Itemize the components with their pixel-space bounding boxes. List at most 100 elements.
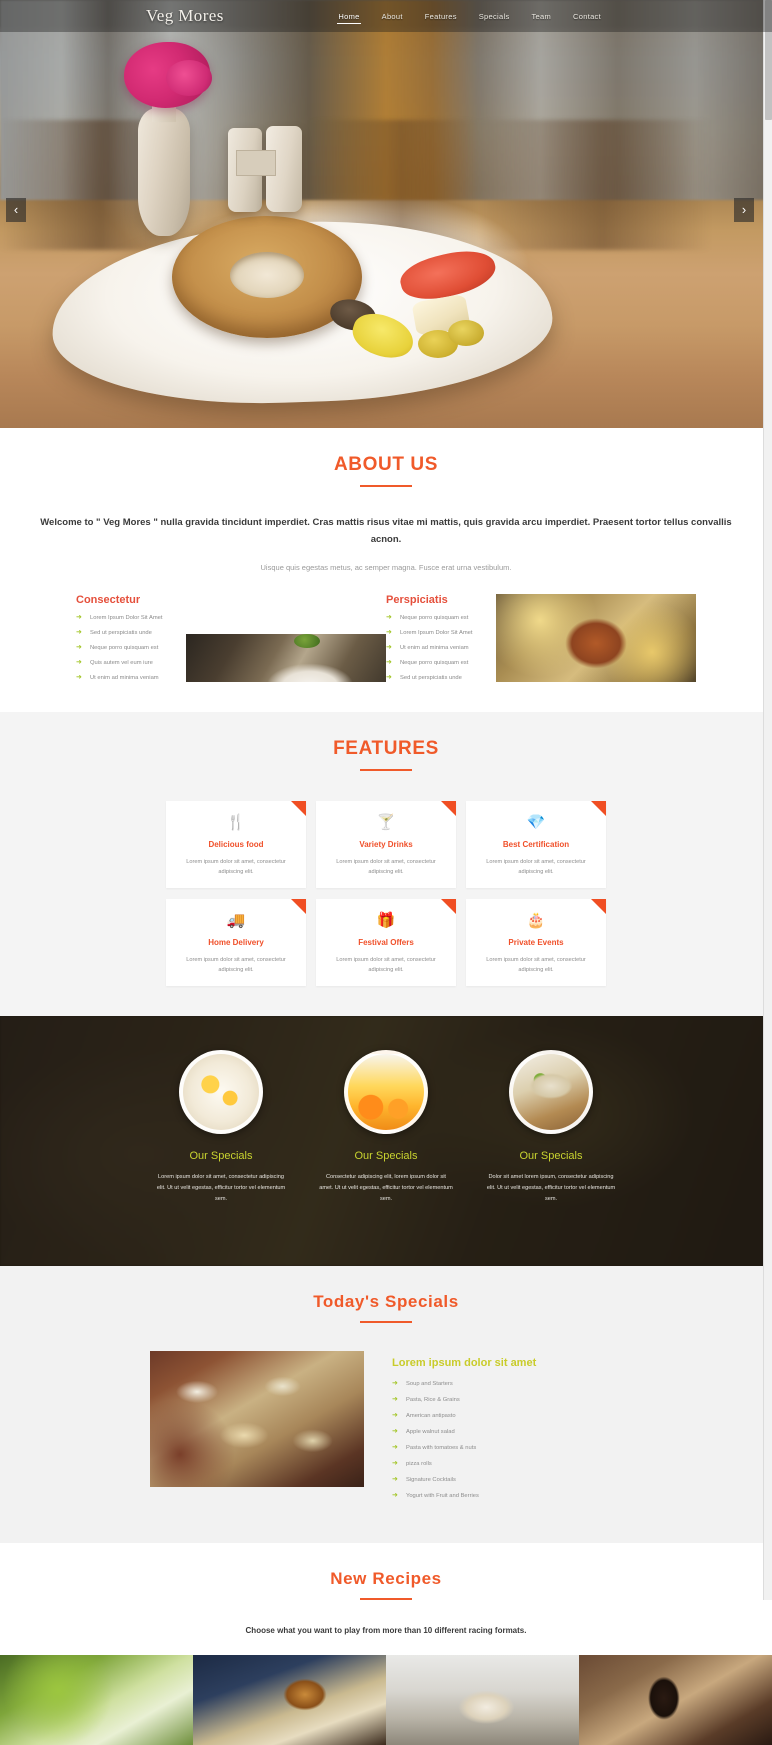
nav-item-home[interactable]: Home — [337, 9, 360, 24]
feature-title: Variety Drinks — [328, 840, 444, 849]
corner-ribbon-icon — [291, 899, 306, 914]
features-title-rule — [360, 769, 412, 771]
feature-title: Festival Offers — [328, 938, 444, 947]
feature-title: Private Events — [478, 938, 594, 947]
list-item: Pasta, Rice & Grains — [392, 1397, 622, 1404]
todays-specials-image — [150, 1351, 364, 1487]
hero-vase — [138, 108, 190, 236]
new-recipes-rule — [360, 1598, 412, 1600]
features-title: FEATURES — [0, 738, 772, 760]
page-scrollbar[interactable] — [763, 0, 772, 1600]
special-text: Lorem ipsum dolor sit amet, consectetur … — [150, 1172, 292, 1205]
truck-icon: 🚚 — [178, 913, 294, 928]
list-item: Apple walnut salad — [392, 1429, 622, 1436]
about-col1-heading: Consectetur — [76, 594, 180, 606]
about-column-perspiciatis: Perspiciatis Neque porro quisquam est Lo… — [386, 594, 696, 690]
about-column-consectetur: Consectetur Lorem Ipsum Dolor Sit Amet S… — [76, 594, 386, 690]
specials-items: Our Specials Lorem ipsum dolor sit amet,… — [150, 1016, 622, 1205]
feature-title: Best Certification — [478, 840, 594, 849]
todays-specials-menu: Lorem ipsum dolor sit amet Soup and Star… — [392, 1351, 622, 1509]
feature-card-variety-drinks[interactable]: 🍸 Variety Drinks Lorem ipsum dolor sit a… — [316, 801, 456, 888]
list-item: Neque porro quisquam est — [386, 615, 490, 622]
list-item: Neque porro quisquam est — [76, 645, 180, 652]
corner-ribbon-icon — [591, 801, 606, 816]
nav-item-about[interactable]: About — [381, 9, 404, 24]
list-item: American antipasto — [392, 1413, 622, 1420]
nav-item-specials[interactable]: Specials — [478, 9, 511, 24]
nav-item-team[interactable]: Team — [531, 9, 553, 24]
special-image-juice — [344, 1050, 428, 1134]
slider-prev-button[interactable]: ‹ — [6, 198, 26, 222]
feature-card-home-delivery[interactable]: 🚚 Home Delivery Lorem ipsum dolor sit am… — [166, 899, 306, 986]
cake-icon: 🎂 — [478, 913, 594, 928]
about-title: ABOUT US — [0, 454, 772, 476]
about-section: ABOUT US Welcome to " Veg Mores " nulla … — [0, 428, 772, 712]
special-image-eggs — [179, 1050, 263, 1134]
feature-card-delicious-food[interactable]: 🍴 Delicious food Lorem ipsum dolor sit a… — [166, 801, 306, 888]
list-item: Lorem Ipsum Dolor Sit Amet — [386, 630, 490, 637]
todays-specials-rule — [360, 1321, 412, 1323]
todays-menu-list: Soup and Starters Pasta, Rice & Grains A… — [392, 1381, 622, 1500]
list-item: Neque porro quisquam est — [386, 660, 490, 667]
list-item: Lorem Ipsum Dolor Sit Amet — [76, 615, 180, 622]
gift-icon: 🎁 — [328, 913, 444, 928]
about-columns: Consectetur Lorem Ipsum Dolor Sit Amet S… — [76, 594, 696, 690]
about-col1-list: Lorem Ipsum Dolor Sit Amet Sed ut perspi… — [76, 615, 180, 682]
feature-text: Lorem ipsum dolor sit amet, consectetur … — [178, 955, 294, 976]
new-recipes-section: New Recipes Choose what you want to play… — [0, 1543, 772, 1655]
list-item: Sed ut perspiciatis unde — [386, 675, 490, 682]
about-title-rule — [360, 485, 412, 487]
gallery-image-beer-sandwich[interactable] — [193, 1655, 386, 1745]
todays-menu-heading: Lorem ipsum dolor sit amet — [392, 1357, 622, 1369]
corner-ribbon-icon — [441, 801, 456, 816]
gallery-image-coffee[interactable] — [579, 1655, 772, 1745]
feature-card-best-certification[interactable]: 💎 Best Certification Lorem ipsum dolor s… — [466, 801, 606, 888]
new-recipes-title: New Recipes — [0, 1569, 772, 1589]
nav-item-contact[interactable]: Contact — [572, 9, 602, 24]
list-item: Ut enim ad minima veniam — [386, 645, 490, 652]
about-col1-image — [186, 594, 386, 682]
site-brand[interactable]: Veg Mores — [146, 6, 224, 26]
corner-ribbon-icon — [591, 899, 606, 914]
hero-napkin-holder — [236, 150, 276, 176]
special-image-rice-bowl — [509, 1050, 593, 1134]
special-title: Our Specials — [480, 1150, 622, 1162]
feature-card-private-events[interactable]: 🎂 Private Events Lorem ipsum dolor sit a… — [466, 899, 606, 986]
cutlery-icon: 🍴 — [178, 815, 294, 830]
special-item-3: Our Specials Dolor sit amet lorem ipsum,… — [480, 1050, 622, 1205]
special-title: Our Specials — [150, 1150, 292, 1162]
list-item: pizza rolls — [392, 1461, 622, 1468]
special-text: Dolor sit amet lorem ipsum, consectetur … — [480, 1172, 622, 1205]
feature-title: Delicious food — [178, 840, 294, 849]
list-item: Soup and Starters — [392, 1381, 622, 1388]
feature-text: Lorem ipsum dolor sit amet, consectetur … — [328, 955, 444, 976]
todays-specials-title: Today's Specials — [0, 1292, 772, 1312]
special-text: Consectetur adipiscing elit, lorem ipsum… — [315, 1172, 457, 1205]
nav-item-features[interactable]: Features — [424, 9, 458, 24]
main-nav: Home About Features Specials Team Contac… — [337, 9, 602, 24]
list-item: Pasta with tomatoes & nuts — [392, 1445, 622, 1452]
about-col2-list: Neque porro quisquam est Lorem Ipsum Dol… — [386, 615, 490, 682]
list-item: Ut enim ad minima veniam — [76, 675, 180, 682]
list-item: Signature Cocktails — [392, 1477, 622, 1484]
todays-specials-content: Lorem ipsum dolor sit amet Soup and Star… — [150, 1351, 622, 1509]
gallery-image-pasta-plate[interactable] — [386, 1655, 579, 1745]
feature-text: Lorem ipsum dolor sit amet, consectetur … — [178, 857, 294, 878]
diamond-icon: 💎 — [478, 815, 594, 830]
feature-card-festival-offers[interactable]: 🎁 Festival Offers Lorem ipsum dolor sit … — [316, 899, 456, 986]
hero-food-olive-2 — [448, 320, 484, 346]
gallery-image-salad[interactable] — [0, 1655, 193, 1745]
features-grid: 🍴 Delicious food Lorem ipsum dolor sit a… — [166, 801, 606, 986]
about-lead-text: Welcome to " Veg Mores " nulla gravida t… — [40, 515, 732, 548]
special-item-1: Our Specials Lorem ipsum dolor sit amet,… — [150, 1050, 292, 1205]
our-specials-section: Our Specials Lorem ipsum dolor sit amet,… — [0, 1016, 772, 1266]
slider-next-button[interactable]: › — [734, 198, 754, 222]
feature-text: Lorem ipsum dolor sit amet, consectetur … — [478, 857, 594, 878]
special-title: Our Specials — [315, 1150, 457, 1162]
corner-ribbon-icon — [441, 899, 456, 914]
corner-ribbon-icon — [291, 801, 306, 816]
cocktail-icon: 🍸 — [328, 815, 444, 830]
recipes-gallery — [0, 1655, 772, 1745]
about-col2-image — [496, 594, 696, 682]
list-item: Yogurt with Fruit and Berries — [392, 1493, 622, 1500]
